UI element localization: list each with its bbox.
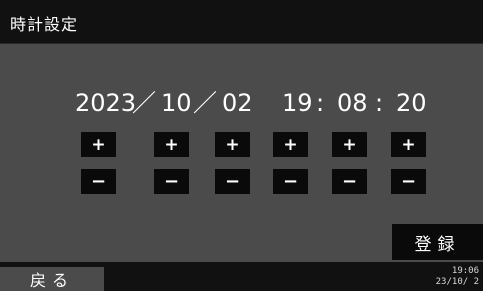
hour-decrement-button[interactable]: − (273, 169, 308, 194)
day-decrement-button[interactable]: − (215, 169, 250, 194)
day-increment-button[interactable]: + (215, 132, 250, 157)
hour-increment-button[interactable]: + (273, 132, 308, 157)
clock-date: 23/10/ 2 (435, 277, 479, 287)
page-title: 時計設定 (10, 15, 79, 34)
year-value: 2023 (75, 89, 137, 117)
minute-increment-button[interactable]: + (332, 132, 367, 157)
main-panel: 2023 ／ 10 ／ 02 19 : 08 : 20 + + + + + + … (0, 44, 483, 262)
second-value: 20 (396, 89, 427, 117)
second-decrement-button[interactable]: − (391, 169, 426, 194)
date-separator: ／ (132, 89, 156, 117)
day-value: 02 (222, 89, 253, 117)
register-button[interactable]: 登録 (392, 224, 483, 260)
minute-decrement-button[interactable]: − (332, 169, 367, 194)
back-button[interactable]: 戻る (0, 267, 104, 291)
hour-value: 19 (282, 89, 313, 117)
year-decrement-button[interactable]: − (81, 169, 116, 194)
second-increment-button[interactable]: + (391, 132, 426, 157)
time-separator: : (316, 89, 325, 117)
status-clock: 19:06 23/10/ 2 (436, 266, 479, 288)
clock-time: 19:06 (451, 266, 479, 276)
time-separator: : (375, 89, 384, 117)
datetime-display: 2023 ／ 10 ／ 02 19 : 08 : 20 (0, 86, 483, 120)
date-separator: ／ (193, 89, 217, 117)
year-increment-button[interactable]: + (81, 132, 116, 157)
title-bar: 時計設定 (0, 0, 483, 44)
footer-bar: 戻る 19:06 23/10/ 2 (0, 262, 483, 291)
minute-value: 08 (337, 89, 368, 117)
month-decrement-button[interactable]: − (154, 169, 189, 194)
month-value: 10 (161, 89, 192, 117)
month-increment-button[interactable]: + (154, 132, 189, 157)
